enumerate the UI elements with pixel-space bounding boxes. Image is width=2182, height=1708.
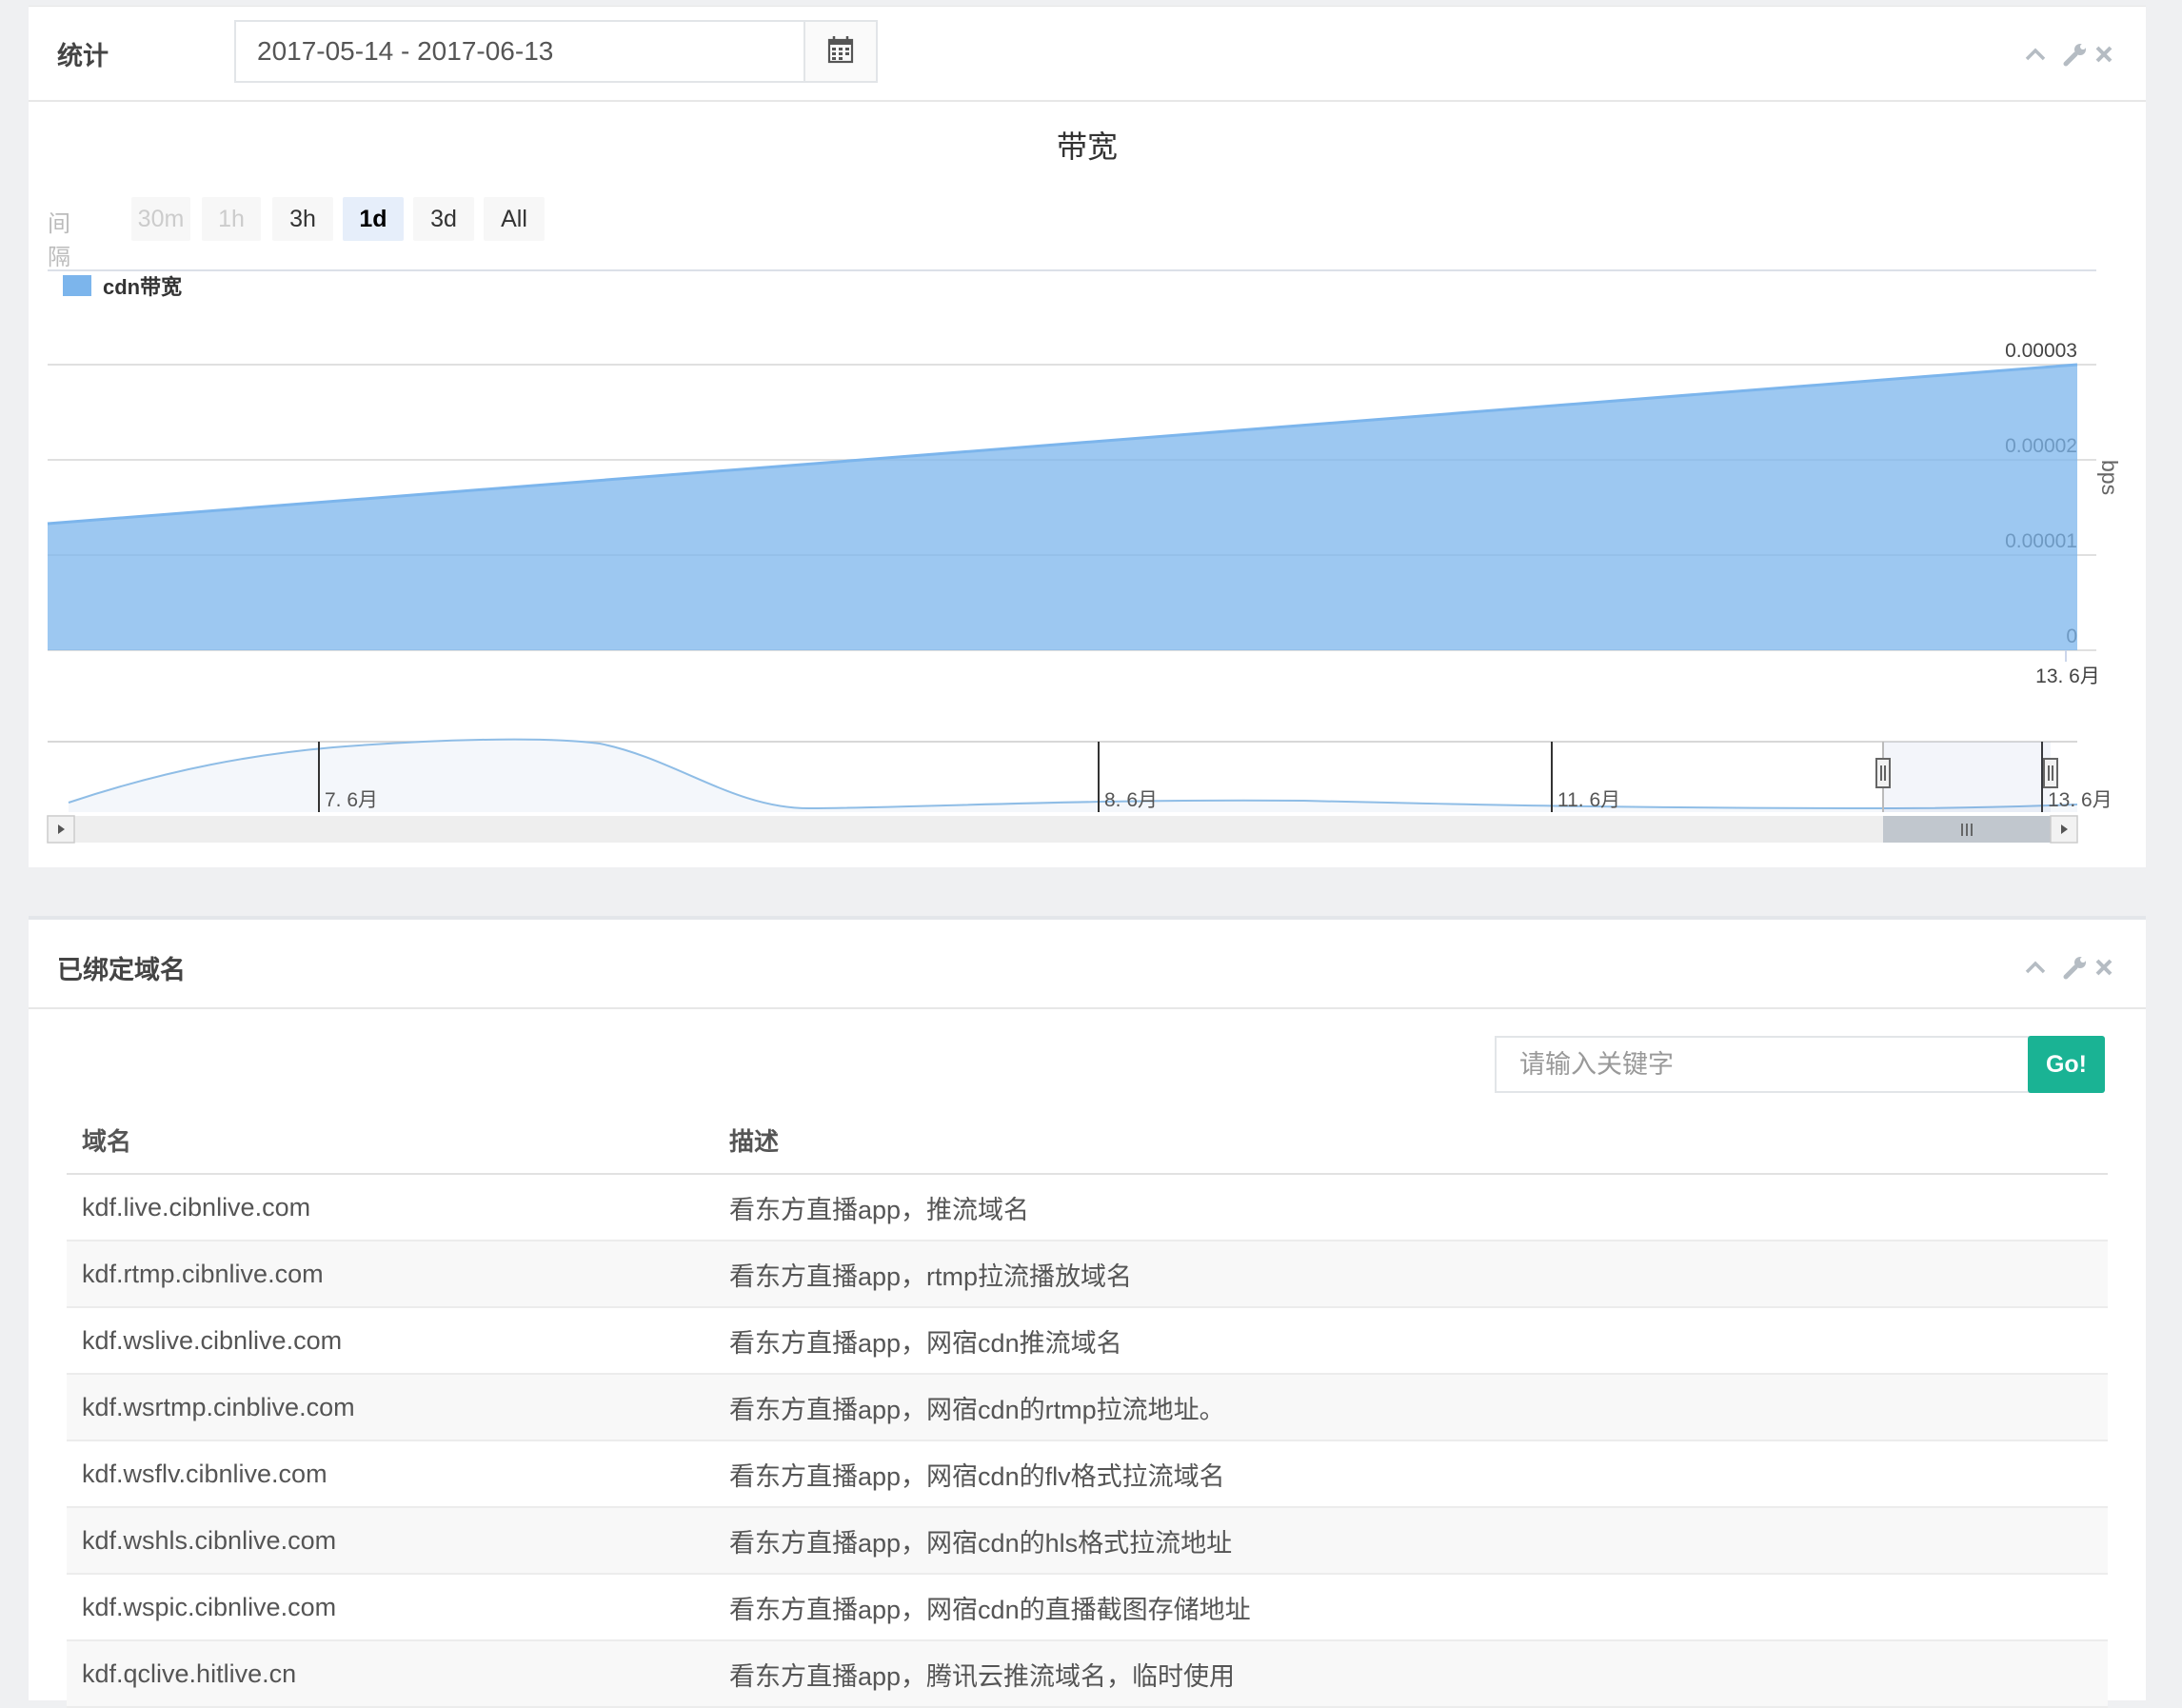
calendar-icon: [827, 36, 854, 64]
collapse-icon[interactable]: [2022, 41, 2049, 68]
domains-table: 域名 描述 kdf.live.cibnlive.com 看东方直播app，推流域名…: [67, 1106, 2108, 1708]
zoom-button-3d[interactable]: 3d: [413, 197, 474, 241]
date-range-picker[interactable]: [234, 20, 878, 83]
navigator-tick-label: 7. 6月: [325, 789, 378, 811]
y-axis-title: bps: [2097, 460, 2122, 495]
stats-panel: 统计 带宽: [29, 6, 2146, 867]
table-row[interactable]: kdf.wshls.cibnlive.com 看东方直播app，网宿cdn的hls…: [67, 1507, 2108, 1575]
description-cell: 看东方直播app，网宿cdn的hls格式拉流地址: [714, 1507, 2108, 1575]
zoom-button-30m[interactable]: 30m: [131, 197, 190, 241]
description-cell: 看东方直播app，网宿cdn推流域名: [714, 1307, 2108, 1375]
navigator-tick-label: 11. 6月: [1557, 789, 1620, 811]
description-cell: 看东方直播app，网宿cdn的直播截图存储地址: [714, 1574, 2108, 1641]
date-range-input[interactable]: [236, 22, 811, 81]
table-row[interactable]: kdf.qclive.hitlive.cn 看东方直播app，腾讯云推流域名，临时…: [67, 1640, 2108, 1708]
legend-label-cdn[interactable]: cdn带宽: [103, 275, 182, 299]
domains-panel: 已绑定域名 Go! 域名 描述 kdf.live.cibnlive.com看东方…: [29, 916, 2146, 1708]
domain-cell: kdf.live.cibnlive.com: [67, 1174, 714, 1241]
description-cell: 看东方直播app，腾讯云推流域名，临时使用: [714, 1640, 2108, 1708]
close-icon[interactable]: [2091, 954, 2117, 981]
navigator-tick-label: 8. 6月: [1104, 789, 1158, 811]
domain-cell: kdf.wsrtmp.cinblive.com: [67, 1374, 714, 1441]
wrench-icon[interactable]: [2062, 954, 2089, 981]
description-cell: 看东方直播app，网宿cdn的rtmp拉流地址。: [714, 1374, 2108, 1441]
navigator-selection[interactable]: [1883, 742, 2051, 812]
area-series-cdn: [48, 365, 2077, 650]
table-row[interactable]: kdf.live.cibnlive.com 看东方直播app，推流域名: [67, 1174, 2108, 1241]
stats-panel-title: 统计: [57, 42, 109, 70]
table-row[interactable]: kdf.wslive.cibnlive.com 看东方直播app，网宿cdn推流域…: [67, 1307, 2108, 1375]
x-tick-label: 13. 6月: [2035, 665, 2100, 687]
table-row[interactable]: kdf.rtmp.cibnlive.com 看东方直播app，rtmp拉流播放域名: [67, 1241, 2108, 1308]
domains-panel-tools: [2022, 954, 2117, 983]
stats-panel-tools: [2022, 41, 2117, 70]
domain-search-input[interactable]: [1495, 1036, 2056, 1093]
chart-title: 带宽: [1056, 129, 1118, 164]
wrench-icon[interactable]: [2062, 41, 2089, 68]
close-icon[interactable]: [2091, 41, 2117, 68]
description-cell: 看东方直播app，推流域名: [714, 1174, 2108, 1241]
table-row[interactable]: kdf.wsflv.cibnlive.com 看东方直播app，网宿cdn的flv…: [67, 1440, 2108, 1508]
y-tick-label: 0.00003: [2005, 340, 2077, 362]
scrollbar-track[interactable]: [48, 816, 2077, 843]
domain-cell: kdf.wsflv.cibnlive.com: [67, 1440, 714, 1508]
navigator-tick-label: 13. 6月: [2048, 789, 2113, 811]
domain-cell: kdf.qclive.hitlive.cn: [67, 1640, 714, 1708]
bandwidth-chart: 00.000010.000020.00003bps13. 6月cdn带宽7. 6…: [47, 269, 2122, 844]
navigator-handle-left[interactable]: [1875, 758, 1891, 788]
table-header-row: 域名 描述: [67, 1106, 2108, 1175]
description-cell: 看东方直播app，网宿cdn的flv格式拉流域名: [714, 1440, 2108, 1508]
description-cell: 看东方直播app，rtmp拉流播放域名: [714, 1241, 2108, 1308]
scrollbar-grip-icon: III: [1959, 821, 1974, 840]
domains-panel-title: 已绑定域名: [57, 956, 186, 984]
table-row[interactable]: kdf.wsrtmp.cinblive.com 看东方直播app，网宿cdn的rt…: [67, 1374, 2108, 1441]
search-go-button[interactable]: Go!: [2028, 1036, 2105, 1093]
column-header-description[interactable]: 描述: [714, 1106, 2108, 1175]
zoom-button-3h[interactable]: 3h: [272, 197, 333, 241]
domain-cell: kdf.wspic.cibnlive.com: [67, 1574, 714, 1641]
calendar-button[interactable]: [803, 22, 876, 81]
table-row[interactable]: kdf.wspic.cibnlive.com 看东方直播app，网宿cdn的直播截…: [67, 1574, 2108, 1641]
legend-swatch-cdn[interactable]: [63, 275, 91, 296]
domains-panel-header: 已绑定域名: [29, 920, 2146, 1009]
zoom-button-1d[interactable]: 1d: [343, 197, 404, 241]
domain-cell: kdf.wslive.cibnlive.com: [67, 1307, 714, 1375]
domain-cell: kdf.rtmp.cibnlive.com: [67, 1241, 714, 1308]
column-header-domain[interactable]: 域名: [67, 1106, 714, 1175]
zoom-button-1h[interactable]: 1h: [202, 197, 261, 241]
navigator-handle-right[interactable]: [2043, 758, 2058, 788]
collapse-icon[interactable]: [2022, 954, 2049, 981]
stats-panel-header: 统计: [29, 7, 2146, 102]
domain-cell: kdf.wshls.cibnlive.com: [67, 1507, 714, 1575]
zoom-button-all[interactable]: All: [484, 197, 545, 241]
